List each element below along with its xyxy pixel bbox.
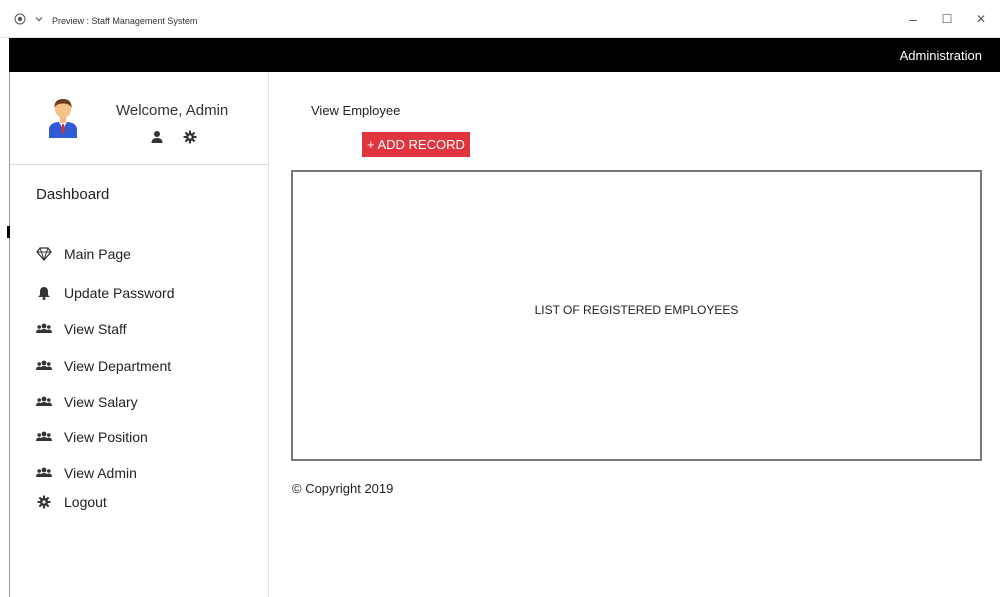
sidebar-item-logout[interactable]: Logout: [36, 493, 256, 513]
close-button[interactable]: ✕: [966, 10, 996, 28]
maximize-button[interactable]: ☐: [932, 10, 962, 28]
copyright-footer: © Copyright 2019: [292, 481, 394, 496]
sidebar-item-label: View Department: [64, 358, 172, 374]
sidebar-item-main-page[interactable]: Main Page: [36, 245, 256, 265]
sidebar-item-label: View Position: [64, 429, 148, 445]
sidebar-item-label: View Salary: [64, 394, 138, 410]
user-icon[interactable]: [150, 130, 164, 144]
employee-list-placeholder: LIST OF REGISTERED EMPLOYEES: [534, 303, 739, 317]
record-icon[interactable]: [14, 13, 26, 25]
sidebar-item-view-admin[interactable]: View Admin: [36, 464, 256, 484]
chevron-down-icon[interactable]: [33, 13, 45, 25]
header-title[interactable]: Administration: [900, 48, 982, 63]
app-header: Administration: [9, 38, 1000, 72]
users-icon: [36, 323, 52, 333]
users-icon: [36, 396, 52, 406]
page-title: View Employee: [311, 103, 401, 118]
sidebar: Welcome, Admin Dashboard Main Page Updat…: [10, 72, 269, 597]
sidebar-item-view-salary[interactable]: View Salary: [36, 393, 256, 413]
sidebar-item-view-department[interactable]: View Department: [36, 357, 256, 377]
minimize-button[interactable]: –: [898, 10, 928, 28]
gear-icon: [37, 495, 51, 509]
sidebar-item-view-staff[interactable]: View Staff: [36, 320, 256, 340]
bell-icon: [38, 287, 50, 300]
sidebar-item-view-position[interactable]: View Position: [36, 428, 256, 448]
users-icon: [36, 360, 52, 370]
gear-icon[interactable]: [183, 130, 197, 144]
diamond-icon: [36, 247, 52, 261]
sidebar-item-label: Logout: [64, 494, 107, 510]
sidebar-item-label: View Staff: [64, 321, 127, 337]
window-titlebar: Preview : Staff Management System – ☐ ✕: [0, 0, 1000, 38]
users-icon: [36, 467, 52, 477]
welcome-text: Welcome, Admin: [116, 102, 229, 119]
sidebar-item-label: View Admin: [64, 465, 137, 481]
window-title: Preview : Staff Management System: [52, 16, 198, 26]
add-record-button[interactable]: + ADD RECORD: [362, 132, 470, 157]
users-icon: [36, 431, 52, 441]
employee-list-panel: LIST OF REGISTERED EMPLOYEES: [291, 170, 982, 461]
dashboard-heading: Dashboard: [36, 186, 110, 203]
profile-panel: Welcome, Admin: [10, 72, 268, 165]
sidebar-item-update-password[interactable]: Update Password: [36, 284, 256, 304]
sidebar-item-label: Update Password: [64, 285, 175, 301]
avatar: [49, 99, 77, 138]
sidebar-item-label: Main Page: [64, 246, 131, 262]
